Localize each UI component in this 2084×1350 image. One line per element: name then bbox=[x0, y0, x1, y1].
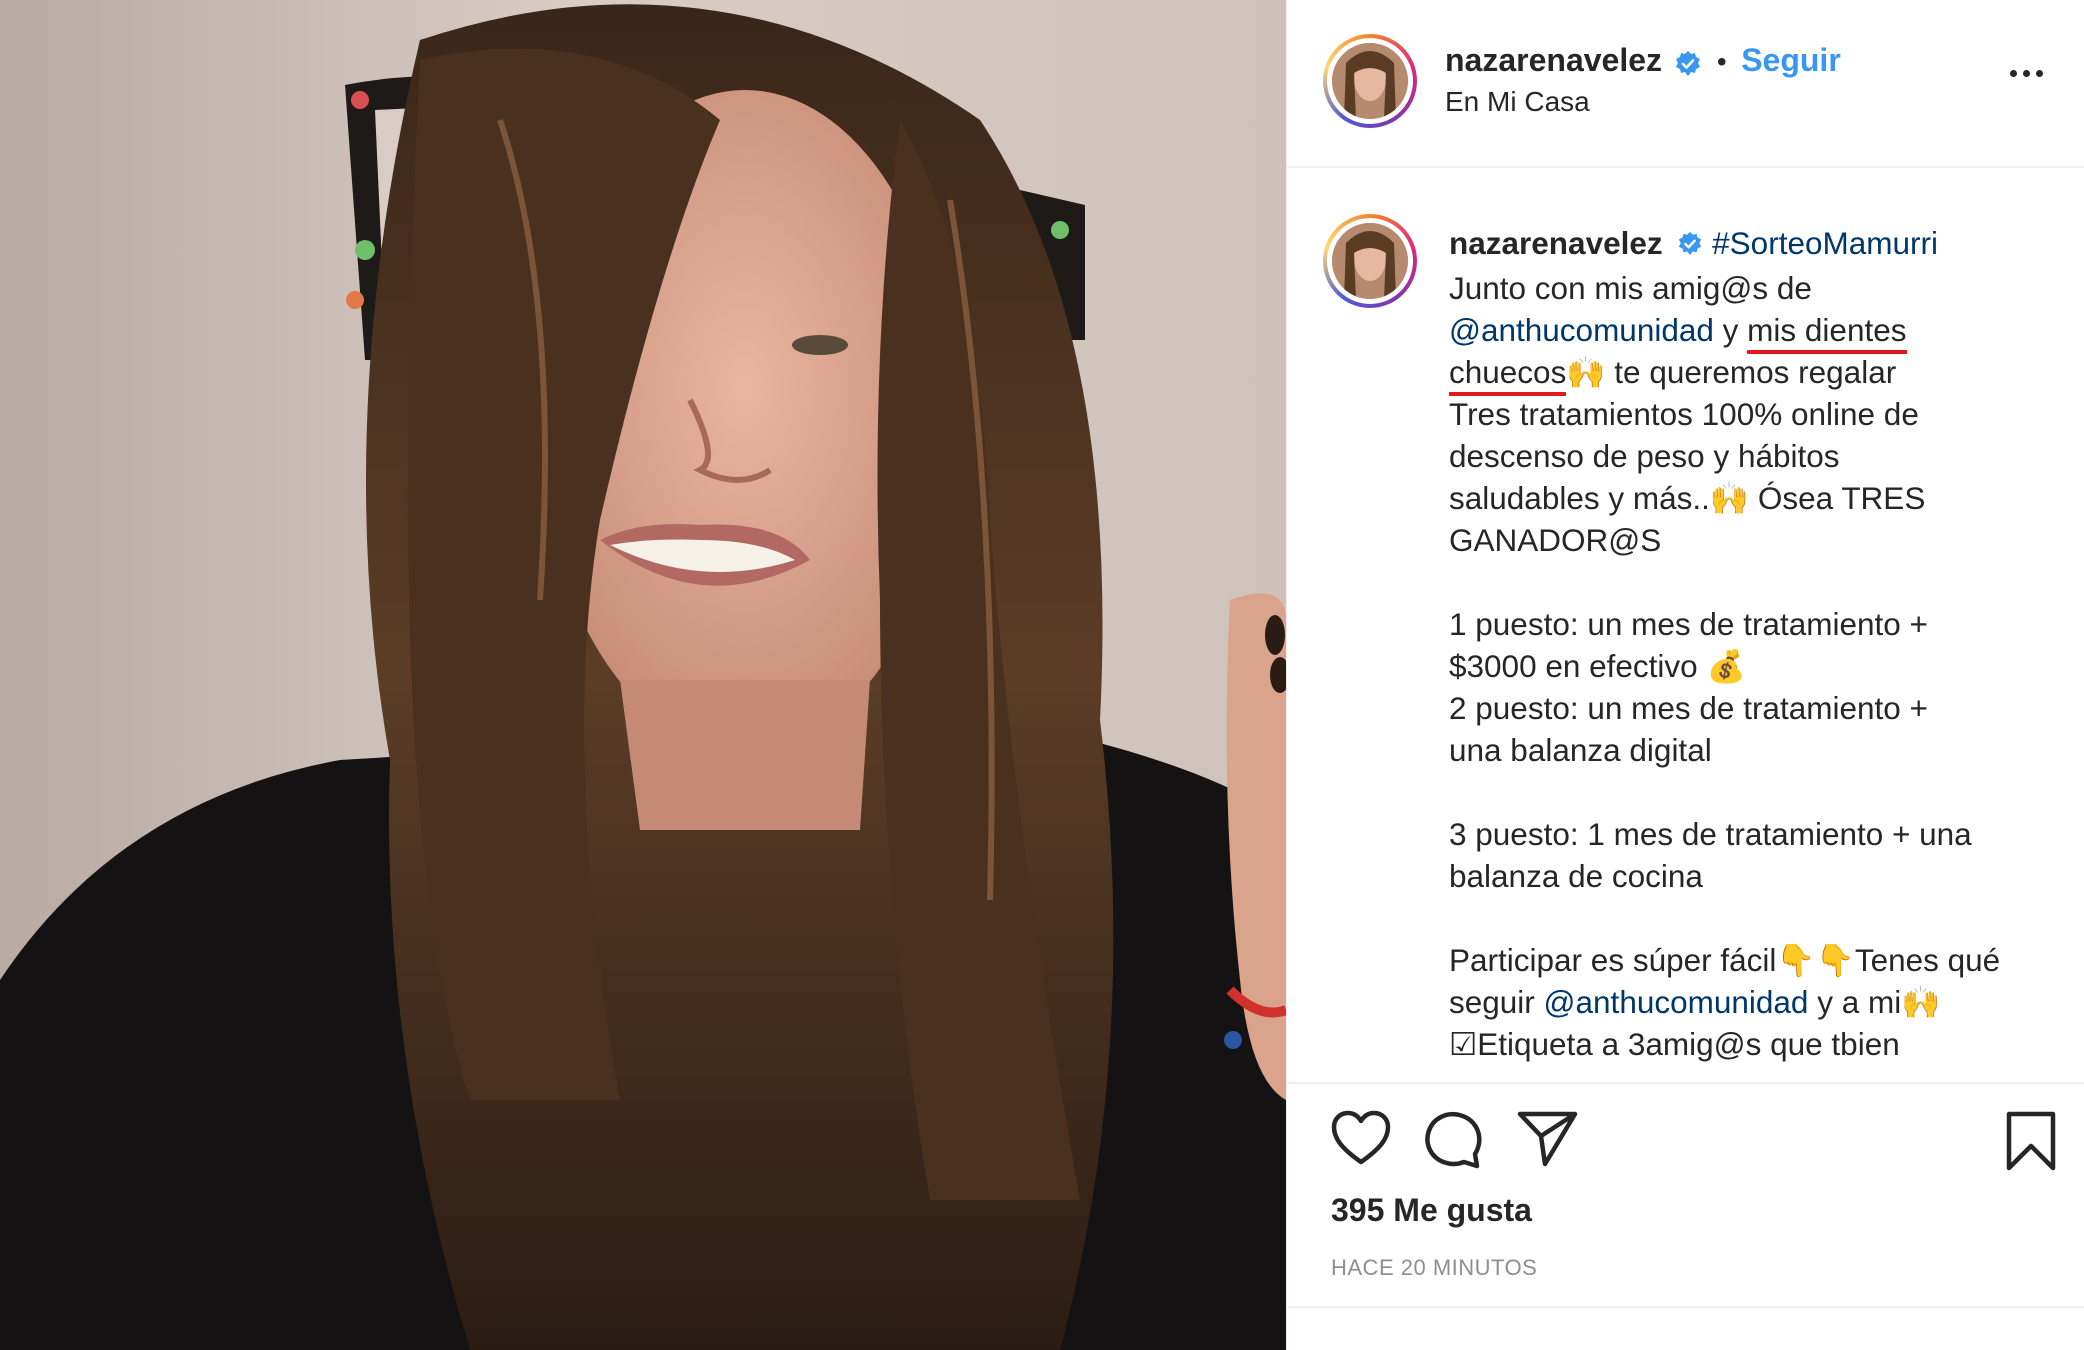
bookmark-icon[interactable] bbox=[2005, 1110, 2057, 1177]
caption-line: balanza de cocina bbox=[1449, 857, 1703, 894]
divider bbox=[1287, 1082, 2084, 1084]
post-photo[interactable] bbox=[0, 0, 1286, 1350]
caption-line: 2 puesto: un mes de tratamiento + bbox=[1449, 689, 1928, 726]
heart-icon[interactable] bbox=[1331, 1110, 1391, 1171]
caption-line: Participar es súper fácil👇👇Tenes qué bbox=[1449, 941, 2001, 978]
verified-badge-icon bbox=[1677, 225, 1703, 267]
caption-username-link[interactable]: nazarenavelez bbox=[1449, 225, 1663, 261]
post-side-panel: nazarenavelez • Seguir En Mi Casa nazare… bbox=[1286, 0, 2084, 1350]
separator-dot: • bbox=[1716, 46, 1727, 77]
post-caption: nazarenavelez #SorteoMamurri Junto con m… bbox=[1449, 222, 2059, 1065]
caption-line: GANADOR@S bbox=[1449, 521, 1662, 558]
more-options-icon[interactable] bbox=[2010, 70, 2043, 77]
caption-line: chuecos🙌 te queremos regalar bbox=[1449, 351, 2059, 396]
caption-line: $3000 en efectivo 💰 bbox=[1449, 647, 1746, 684]
hashtag-link[interactable]: #SorteoMamurri bbox=[1712, 225, 1938, 261]
comment-icon[interactable] bbox=[1423, 1110, 1483, 1175]
caption-line: descenso de peso y hábitos bbox=[1449, 437, 1840, 474]
post-timestamp[interactable]: HACE 20 MINUTOS bbox=[1331, 1255, 1537, 1281]
mention-link[interactable]: @anthucomunidad bbox=[1449, 312, 1714, 348]
caption-line: seguir @anthucomunidad y a mi🙌 bbox=[1449, 983, 1941, 1020]
location-link[interactable]: En Mi Casa bbox=[1445, 86, 1590, 118]
caption-line: @anthucomunidad y mis dientes bbox=[1449, 309, 2059, 354]
username-link[interactable]: nazarenavelez bbox=[1445, 42, 1662, 78]
caption-line: 3 puesto: 1 mes de tratamiento + una bbox=[1449, 815, 1972, 852]
divider bbox=[1287, 1306, 2084, 1308]
underlined-text: chuecos bbox=[1449, 353, 1567, 396]
caption-line: 1 puesto: un mes de tratamiento + bbox=[1449, 605, 1928, 642]
likes-count[interactable]: 395 Me gusta bbox=[1331, 1192, 1532, 1229]
avatar[interactable] bbox=[1323, 34, 1417, 128]
follow-button[interactable]: Seguir bbox=[1741, 42, 1841, 78]
header-line: nazarenavelez • Seguir bbox=[1445, 42, 1841, 83]
caption-line: ☑Etiqueta a 3amig@s que tbien bbox=[1449, 1025, 1900, 1062]
mention-link[interactable]: @anthucomunidad bbox=[1544, 984, 1809, 1020]
caption-line: una balanza digital bbox=[1449, 731, 1712, 768]
caption-line: Junto con mis amig@s de bbox=[1449, 269, 1812, 306]
post-header: nazarenavelez • Seguir En Mi Casa bbox=[1287, 0, 2084, 168]
caption-line: saludables y más..🙌 Ósea TRES bbox=[1449, 479, 1926, 516]
verified-badge-icon bbox=[1674, 50, 1702, 83]
underlined-text: mis dientes bbox=[1747, 311, 1907, 354]
caption-line: Tres tratamientos 100% online de bbox=[1449, 395, 1919, 432]
caption-avatar[interactable] bbox=[1323, 214, 1417, 308]
selfie-image bbox=[0, 0, 1286, 1350]
share-icon[interactable] bbox=[1517, 1110, 1579, 1173]
caption-header: nazarenavelez #SorteoMamurri bbox=[1449, 222, 2059, 267]
